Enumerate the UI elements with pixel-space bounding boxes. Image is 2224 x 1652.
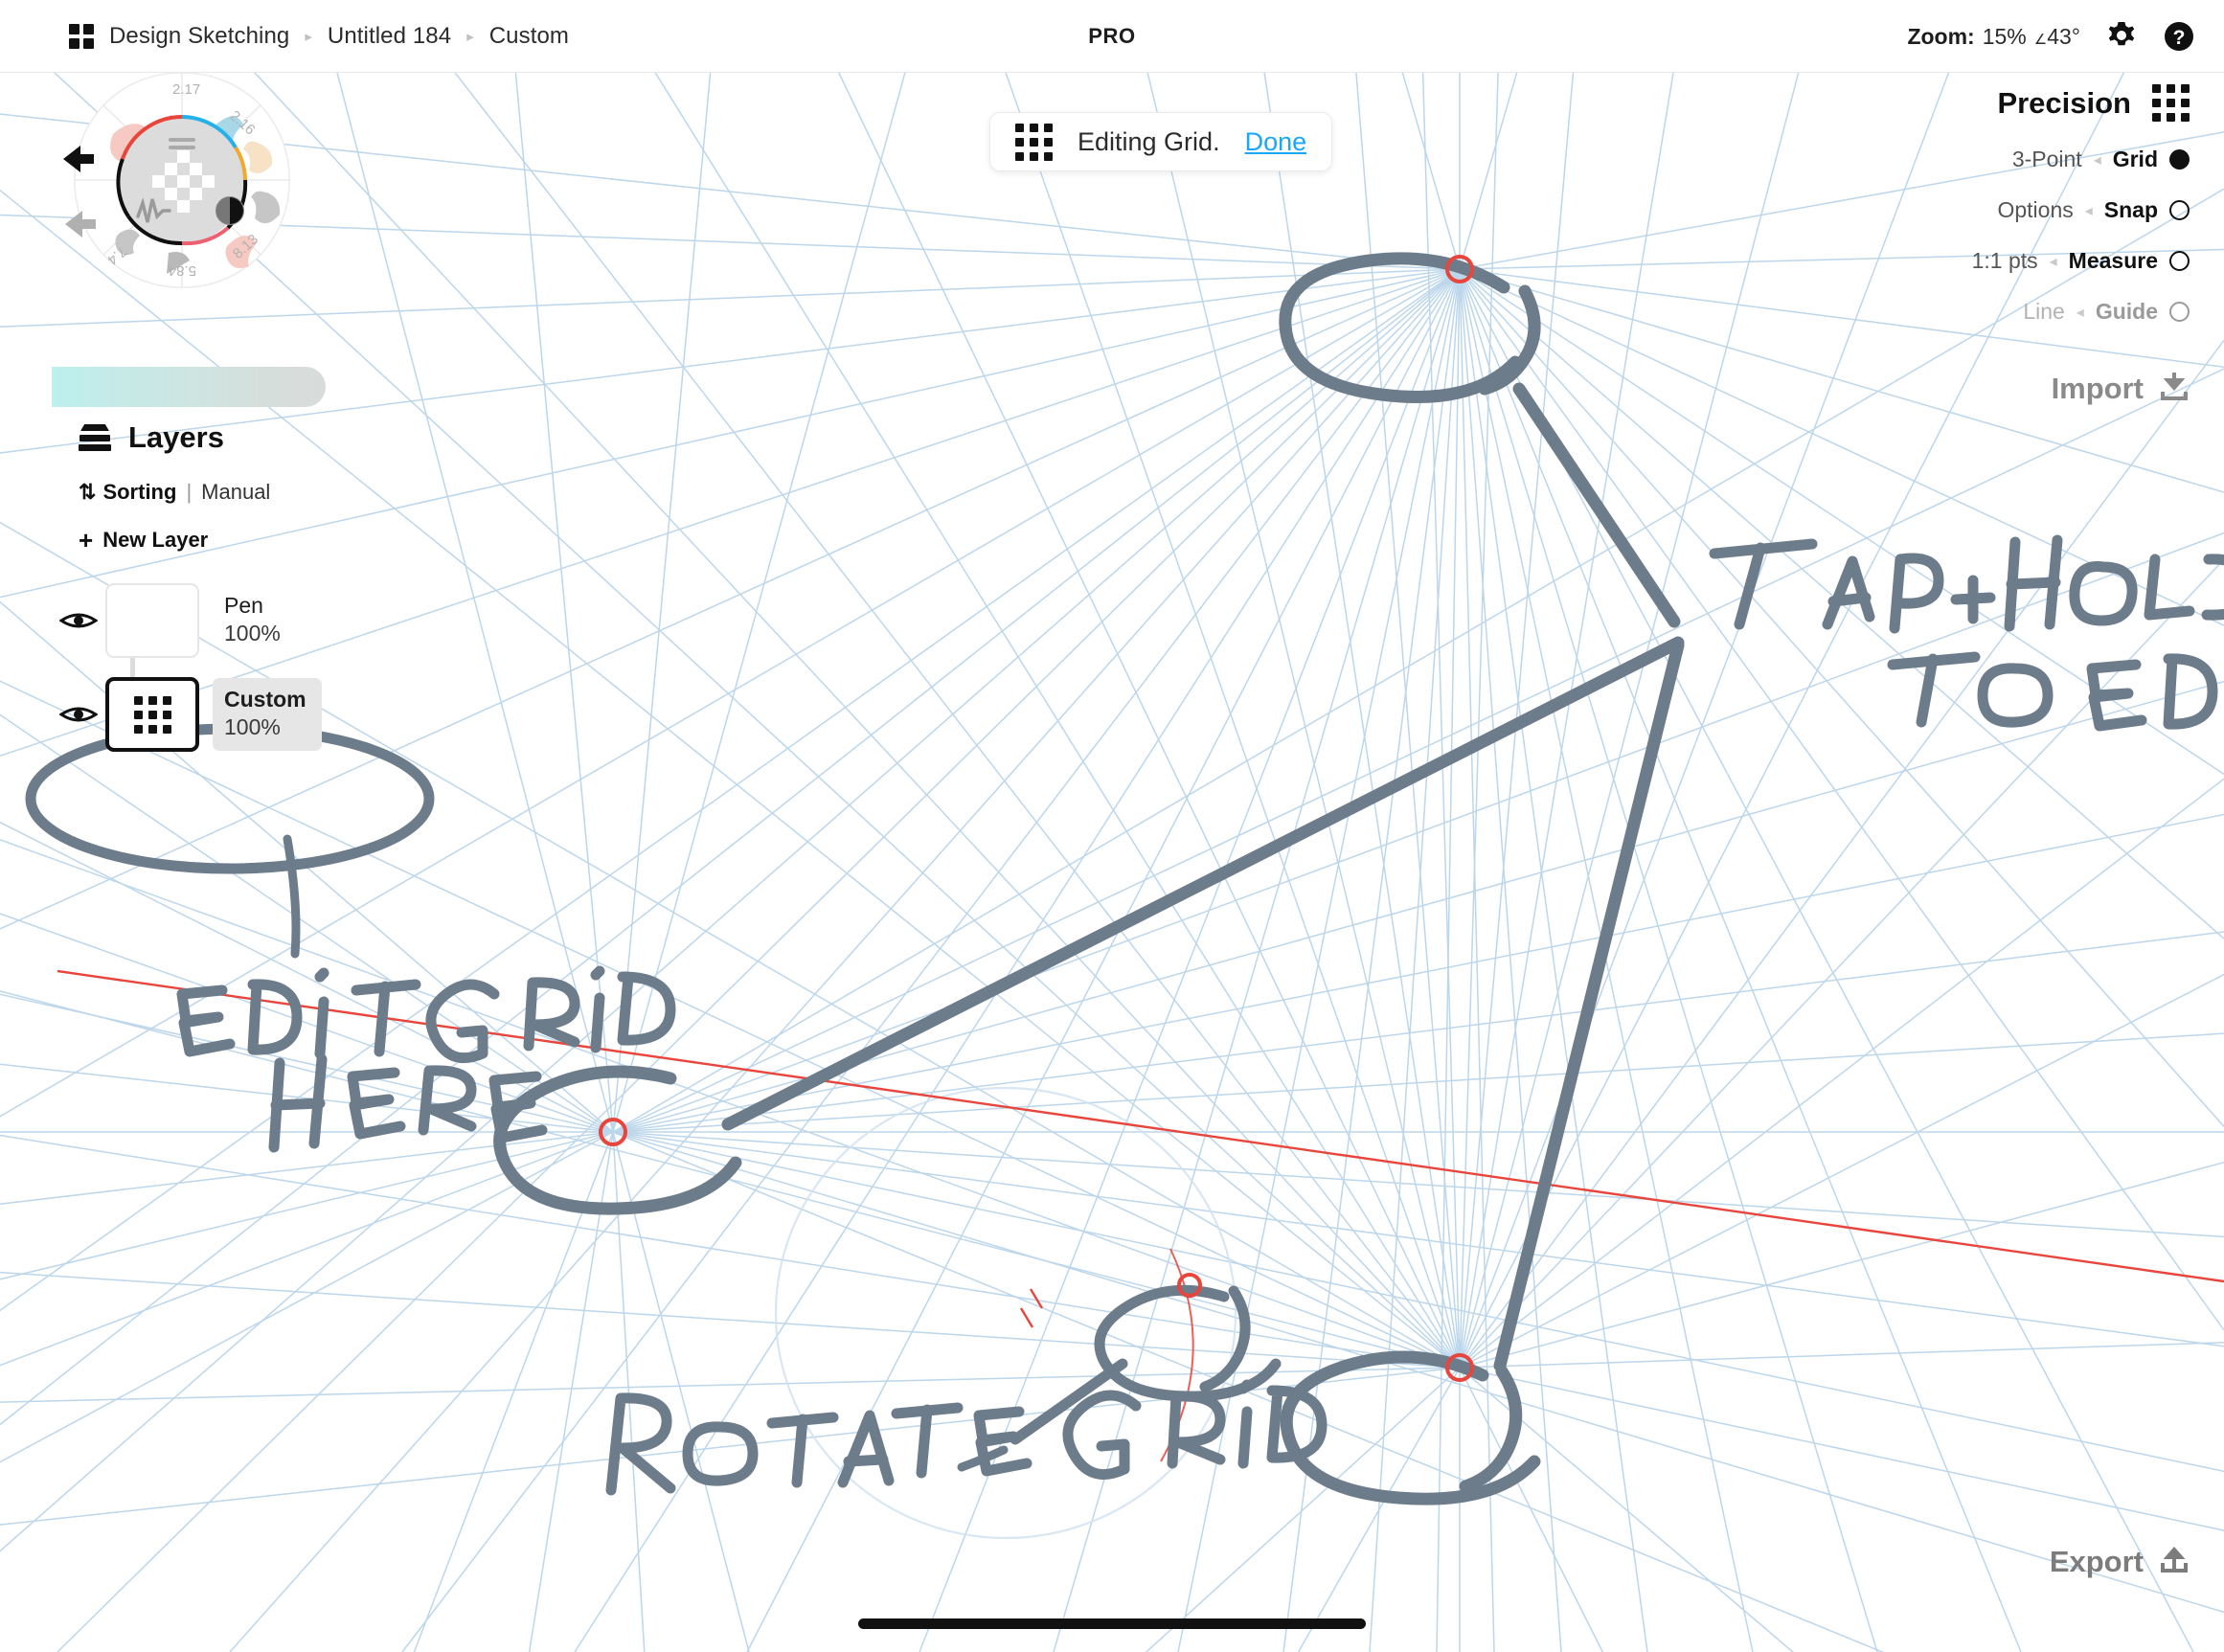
sorting-divider: | <box>186 480 193 504</box>
precision-row-guide-left: Line <box>2023 299 2065 324</box>
zoom-value: 15% <box>1982 23 2027 49</box>
precision-row-guide[interactable]: Line ◂ Guide <box>1972 299 2190 325</box>
drawing-canvas[interactable] <box>0 73 2224 1652</box>
app-root: 2.17 2.16 8.13 5.84 7.4 Layers ⇅ Sorting… <box>0 0 2224 1652</box>
precision-row-measure-right: Measure <box>2068 248 2158 273</box>
breadcrumb-item-document[interactable]: Untitled 184 <box>328 23 451 50</box>
import-button[interactable]: Import <box>1972 371 2190 406</box>
editing-grid-toolbar: Editing Grid. Done <box>989 112 1333 171</box>
layer-row-custom[interactable]: Custom 100% <box>52 668 502 761</box>
sorting-label: Sorting <box>102 480 177 504</box>
layers-header[interactable]: Layers <box>79 420 502 455</box>
half-circle-contrast-icon <box>216 196 244 225</box>
sketch-beam <box>721 636 1685 1131</box>
editing-grid-message: Editing Grid. <box>1078 126 1220 156</box>
zoom-indicator[interactable]: Zoom: 15% ∠43° <box>1907 24 2080 50</box>
toggle-grid-on[interactable] <box>2169 149 2190 170</box>
chevron-left-icon: ◂ <box>2049 253 2057 270</box>
layers-sorting-row[interactable]: ⇅ Sorting | Manual <box>79 480 502 505</box>
annotation-rotate-grid-hint <box>605 1379 1328 1496</box>
layer-opacity-pen: 100% <box>224 621 281 645</box>
top-bar: Design Sketching ▸ Untitled 184 ▸ Custom… <box>0 0 2224 73</box>
layer-meta-pen: Pen 100% <box>213 584 296 657</box>
sketch-leg-right <box>1493 639 1685 1372</box>
eye-icon[interactable] <box>52 609 105 632</box>
import-label: Import <box>2051 371 2144 405</box>
precision-row-snap-right: Snap <box>2103 197 2158 222</box>
precision-row-grid[interactable]: 3-Point ◂ Grid <box>1972 147 2190 172</box>
layers-panel: Layers ⇅ Sorting | Manual + New Layer Pe… <box>52 407 502 761</box>
sorting-value[interactable]: Manual <box>201 480 270 505</box>
angle-icon: ∠ <box>2033 31 2048 48</box>
radial-tool-wheel[interactable]: 2.17 2.16 8.13 5.84 7.4 <box>57 56 306 305</box>
wheel-label-3: 5.84 <box>169 262 196 279</box>
chevron-right-icon: ▸ <box>466 29 474 45</box>
layer-opacity-custom: 100% <box>224 714 281 739</box>
precision-header[interactable]: Precision <box>1972 84 2190 122</box>
layer-name-custom: Custom <box>224 687 306 713</box>
rotate-tick-marker <box>1019 1288 1044 1328</box>
annotation-edit-hint <box>1709 534 2224 732</box>
plus-icon: + <box>79 526 94 554</box>
editing-grid-done-link[interactable]: Done <box>1245 127 1307 157</box>
breadcrumb-item-layer[interactable]: Custom <box>489 23 569 50</box>
pro-badge: PRO <box>1088 24 1136 48</box>
layer-thumbnail-pen[interactable] <box>105 583 199 658</box>
precision-row-grid-right: Grid <box>2112 147 2158 171</box>
export-label: Export <box>2049 1544 2144 1578</box>
breadcrumb-item-project[interactable]: Design Sketching <box>109 23 289 50</box>
chevron-left-icon: ◂ <box>2093 151 2101 169</box>
angle-indicator: ∠43° <box>2034 24 2080 50</box>
question-mark-circle-icon[interactable]: ? <box>2163 20 2195 53</box>
top-bar-right: Zoom: 15% ∠43° ? <box>1907 0 2195 73</box>
grid-9-dots-icon <box>133 695 171 734</box>
new-layer-label: New Layer <box>102 528 209 552</box>
layer-meta-custom: Custom 100% <box>213 678 322 751</box>
breadcrumb: Design Sketching ▸ Untitled 184 ▸ Custom <box>69 0 569 73</box>
precision-row-measure[interactable]: 1:1 pts ◂ Measure <box>1972 248 2190 274</box>
layer-thumbnail-custom[interactable] <box>105 677 199 752</box>
precision-row-guide-right: Guide <box>2095 299 2158 324</box>
export-button[interactable]: Export <box>2050 1544 2190 1579</box>
grid-4-squares-icon[interactable] <box>69 24 94 49</box>
perspective-grid <box>0 73 2224 1652</box>
eye-icon[interactable] <box>52 703 105 726</box>
new-layer-button[interactable]: + New Layer <box>79 528 502 553</box>
precision-row-snap-left: Options <box>1997 197 2074 222</box>
layer-stack-icon <box>79 424 111 451</box>
brush-size-slider[interactable] <box>52 367 326 407</box>
chevron-left-icon: ◂ <box>2076 304 2084 321</box>
toggle-measure-off[interactable] <box>2169 251 2190 271</box>
grid-9-dots-icon[interactable] <box>2152 84 2190 122</box>
precision-panel: Precision 3-Point ◂ Grid Options ◂ Snap … <box>1972 84 2190 406</box>
zoom-label: Zoom: <box>1907 23 1975 49</box>
gear-icon[interactable] <box>2105 20 2138 53</box>
home-indicator <box>858 1618 1366 1629</box>
svg-text:?: ? <box>2173 27 2186 49</box>
sort-arrows-icon: ⇅ <box>79 480 97 504</box>
wheel-label-0: 2.17 <box>172 81 200 98</box>
share-upload-icon <box>2159 1544 2190 1579</box>
grid-9-dots-icon <box>1015 123 1053 161</box>
toggle-guide-off[interactable] <box>2169 302 2190 322</box>
toggle-snap-off[interactable] <box>2169 200 2190 220</box>
layer-list: Pen 100% Custom 100% <box>52 574 502 761</box>
precision-row-grid-left: 3-Point <box>2011 147 2082 171</box>
angle-value: 43° <box>2047 23 2080 49</box>
layer-row-pen[interactable]: Pen 100% <box>52 574 502 668</box>
chevron-left-icon: ◂ <box>2084 202 2093 219</box>
precision-row-snap[interactable]: Options ◂ Snap <box>1972 197 2190 223</box>
precision-title: Precision <box>1997 85 2131 120</box>
precision-row-measure-left: 1:1 pts <box>1971 248 2038 273</box>
layers-title: Layers <box>128 420 224 454</box>
chevron-right-icon: ▸ <box>305 29 312 45</box>
download-tray-icon <box>2159 371 2190 406</box>
layer-name-pen: Pen <box>224 593 263 619</box>
